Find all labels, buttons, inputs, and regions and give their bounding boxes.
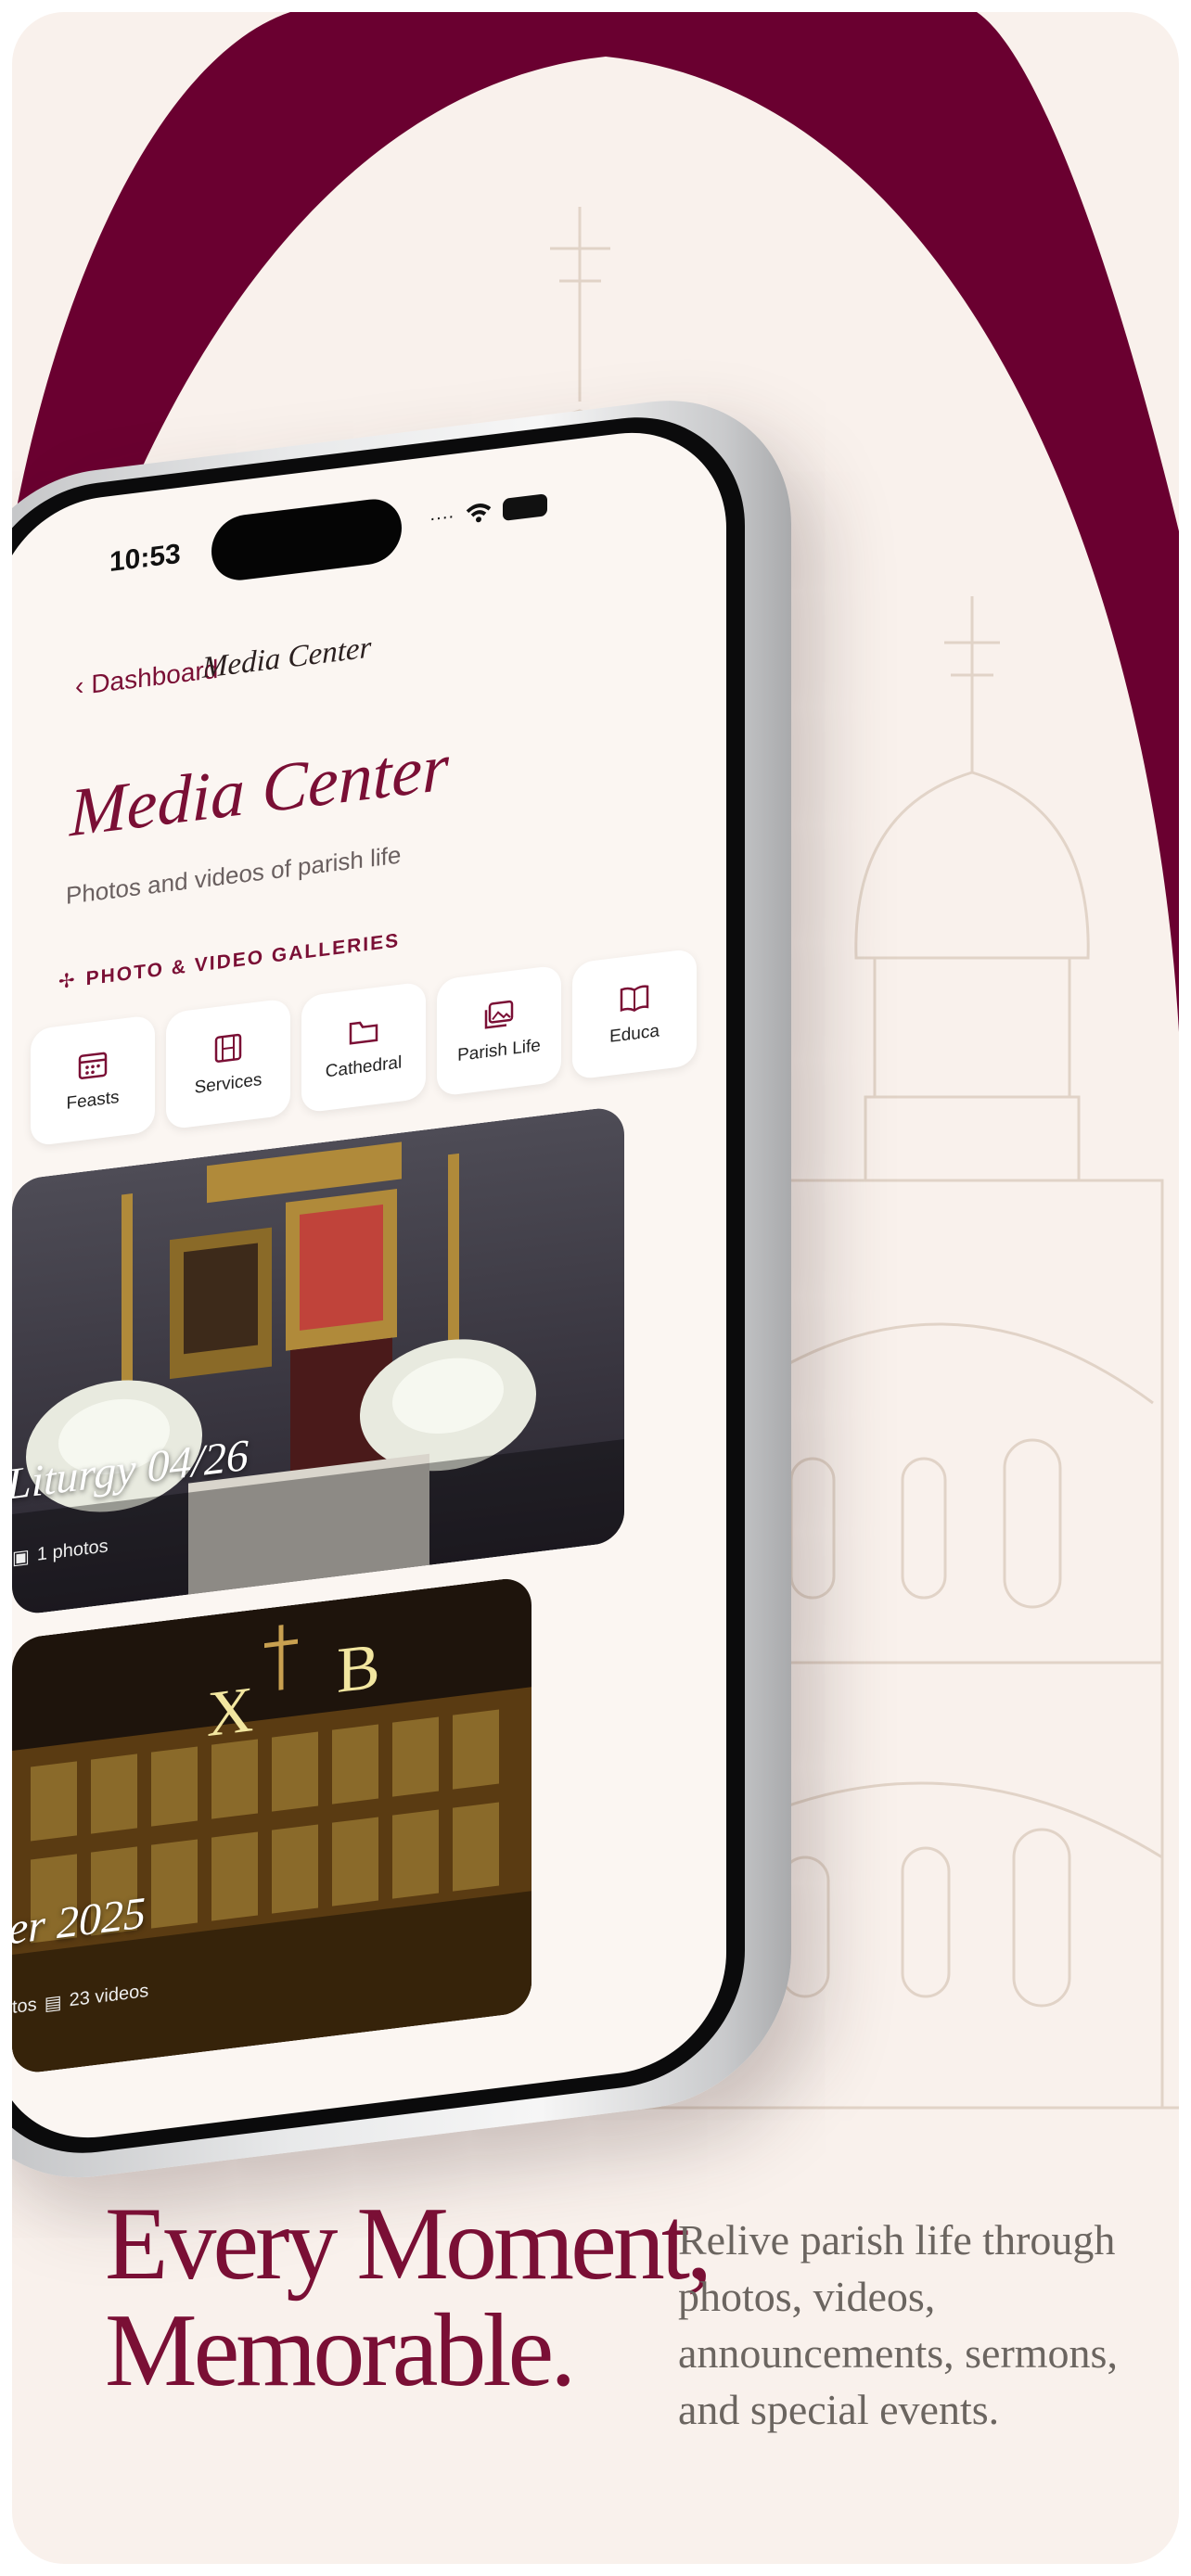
headline-line-1: Every Moment, <box>105 2187 712 2302</box>
app-screen: 10:53 ···· ‹ Dashboard Media Center Medi… <box>12 420 726 2150</box>
gallery-card-liturgy[interactable]: Liturgy 04/26 ▣ 1 photos <box>12 1104 624 1616</box>
chip-label: Feasts <box>66 1087 120 1114</box>
back-label: Dashboard <box>91 654 219 699</box>
gallery-photo-count: tos <box>12 1994 37 2018</box>
cross-icon: ✢ <box>58 969 77 993</box>
video-icon: ▤ <box>44 1992 62 2015</box>
chip-services[interactable]: Services <box>166 998 290 1130</box>
battery-icon <box>502 493 547 522</box>
wifi-icon <box>466 504 491 523</box>
nav-title: Media Center <box>202 631 372 685</box>
calendar-icon <box>78 1052 108 1079</box>
page-subtitle: Photos and videos of parish life <box>66 840 402 910</box>
svg-text:X: X <box>207 1673 254 1751</box>
chip-label: Parish Life <box>457 1036 541 1066</box>
book-icon <box>620 985 649 1013</box>
photo-icon: ▣ <box>12 1546 30 1569</box>
chevron-left-icon: ‹ <box>75 670 84 701</box>
photos-icon <box>484 1000 514 1029</box>
headline-line-2: Memorable. <box>105 2293 576 2408</box>
status-time: 10:53 <box>109 538 181 579</box>
signal-icon: ···· <box>429 504 455 529</box>
svg-text:B: B <box>337 1630 380 1707</box>
section-label: ✢ PHOTO & VIDEO GALLERIES <box>58 929 400 994</box>
dynamic-island <box>211 495 402 584</box>
film-icon <box>214 1033 242 1063</box>
chip-label: Services <box>194 1069 263 1098</box>
subcopy: Relive parish life through photos, video… <box>678 2216 1118 2433</box>
chip-label: Educa <box>609 1021 660 1047</box>
page-title: Media Center <box>70 729 449 852</box>
chip-education[interactable]: Educa <box>572 948 697 1080</box>
gallery-card-easter[interactable]: X B er 2025 tos ▤ 23 videos <box>12 1575 531 2075</box>
headline: Every Moment, Memorable. <box>105 2187 712 2408</box>
chip-cathedral[interactable]: Cathedral <box>301 981 426 1114</box>
back-button[interactable]: ‹ Dashboard <box>75 655 218 702</box>
status-icons: ···· <box>429 493 547 530</box>
chip-feasts[interactable]: Feasts <box>31 1014 155 1147</box>
chip-parish-life[interactable]: Parish Life <box>437 964 561 1097</box>
folder-icon <box>349 1021 378 1045</box>
section-label-text: PHOTO & VIDEO GALLERIES <box>85 929 401 989</box>
promo-card: 10:53 ···· ‹ Dashboard Media Center Medi… <box>12 12 1179 2564</box>
phone-mockup: 10:53 ···· ‹ Dashboard Media Center Medi… <box>12 384 791 2194</box>
chip-label: Cathedral <box>325 1052 403 1082</box>
